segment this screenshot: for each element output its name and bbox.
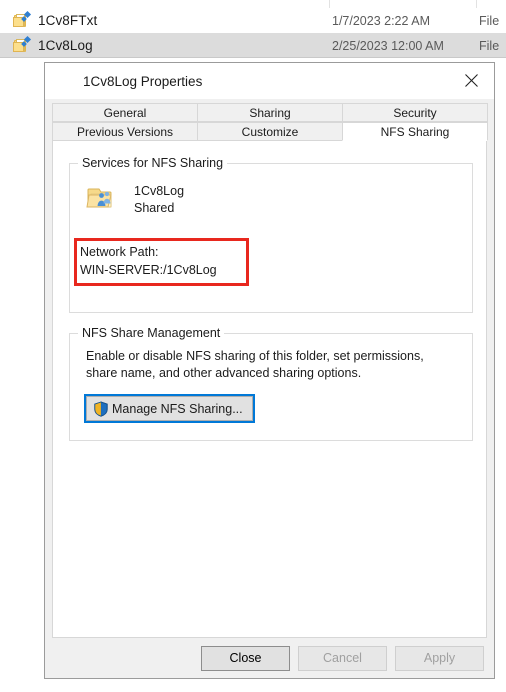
tab-label: NFS Sharing — [380, 124, 450, 139]
button-label: Apply — [423, 651, 456, 665]
tab-label: Customize — [241, 124, 299, 139]
properties-dialog: 1Cv8Log Properties General Sharing Secur… — [44, 62, 495, 679]
tab-customize[interactable]: Customize — [197, 122, 343, 141]
dialog-footer: Close Cancel Apply — [45, 638, 494, 678]
uac-shield-icon — [93, 401, 109, 417]
network-path-label: Network Path: — [80, 245, 159, 259]
network-path-value: WIN-SERVER:/1Cv8Log — [80, 263, 217, 277]
tab-label: Security — [393, 105, 437, 120]
explorer-row-1cv8log[interactable]: 1Cv8Log 2/25/2023 12:00 AM File — [0, 33, 506, 58]
tab-row-2: Previous Versions Customize NFS Sharing — [52, 122, 488, 141]
group-title: Services for NFS Sharing — [78, 156, 228, 170]
apply-button: Apply — [395, 645, 484, 671]
explorer-row-name: 1Cv8Log — [38, 38, 93, 53]
tab-general[interactable]: General — [52, 103, 198, 122]
dialog-title: 1Cv8Log Properties — [83, 73, 203, 89]
shared-folder-icon — [86, 182, 118, 214]
tab-nfs-sharing[interactable]: NFS Sharing — [342, 122, 488, 141]
folder-shortcut-icon — [13, 10, 32, 29]
row-underline — [0, 57, 506, 58]
share-status: Shared — [134, 201, 175, 215]
share-text-block: 1Cv8Log Shared — [134, 182, 184, 217]
explorer-row-date: 1/7/2023 2:22 AM — [332, 13, 430, 28]
share-name: 1Cv8Log — [134, 184, 185, 198]
tab-row-1: General Sharing Security — [52, 103, 488, 122]
explorer-row-1cv8ftxt[interactable]: 1Cv8FTxt 1/7/2023 2:22 AM File — [0, 8, 506, 33]
screen: 1Cv8FTxt 1/7/2023 2:22 AM File 1Cv8Log 2… — [0, 0, 506, 692]
share-summary: 1Cv8Log Shared — [86, 182, 184, 217]
tab-label: General — [103, 105, 147, 120]
management-description: Enable or disable NFS sharing of this fo… — [86, 348, 456, 382]
explorer-row-type: File — [479, 38, 500, 53]
tab-security[interactable]: Security — [342, 103, 488, 122]
tab-label: Previous Versions — [76, 124, 174, 139]
dialog-titlebar: 1Cv8Log Properties — [45, 63, 494, 99]
column-divider — [329, 0, 330, 8]
group-nfs-share-management: NFS Share Management Enable or disable N… — [69, 326, 473, 441]
button-label: Close — [229, 651, 262, 665]
close-icon[interactable] — [449, 63, 494, 98]
manage-nfs-sharing-button[interactable]: Manage NFS Sharing... — [84, 394, 255, 423]
description-line-2: share name, and other advanced sharing o… — [86, 366, 362, 380]
tab-previous-versions[interactable]: Previous Versions — [52, 122, 198, 141]
close-button[interactable]: Close — [201, 645, 290, 671]
explorer-row-date: 2/25/2023 12:00 AM — [332, 38, 444, 53]
button-label: Cancel — [323, 651, 362, 665]
manage-button-label: Manage NFS Sharing... — [112, 401, 243, 416]
cancel-button: Cancel — [298, 645, 387, 671]
tab-content-nfs-sharing: Services for NFS Sharing 1Cv8Log Shared … — [52, 141, 487, 638]
column-divider — [476, 0, 477, 8]
tab-strip: General Sharing Security Previous Versio… — [45, 99, 494, 141]
explorer-row-name: 1Cv8FTxt — [38, 13, 98, 28]
folder-shortcut-icon — [13, 35, 32, 54]
group-title: NFS Share Management — [78, 326, 225, 340]
explorer-row-type: File — [479, 13, 500, 28]
tab-label: Sharing — [249, 105, 291, 120]
tab-sharing[interactable]: Sharing — [197, 103, 343, 122]
description-line-1: Enable or disable NFS sharing of this fo… — [86, 349, 424, 363]
group-services-for-nfs-sharing: Services for NFS Sharing 1Cv8Log Shared … — [69, 156, 473, 313]
folder-shortcut-icon — [58, 73, 74, 89]
network-path-block: Network Path: WIN-SERVER:/1Cv8Log — [80, 243, 217, 279]
